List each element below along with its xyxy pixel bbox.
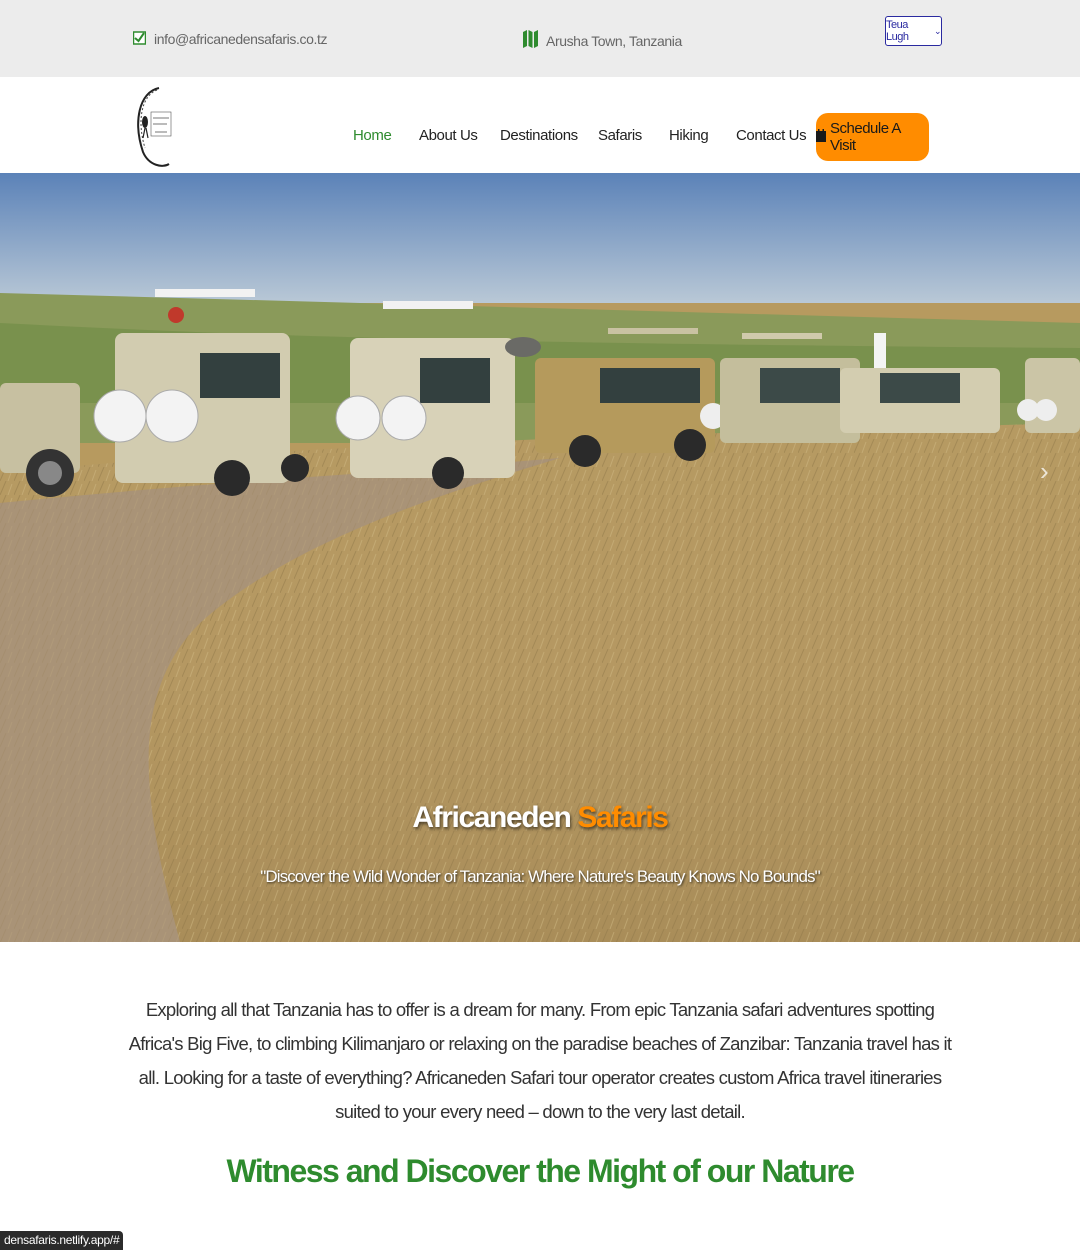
schedule-visit-button[interactable]: Schedule A Visit — [816, 113, 929, 161]
hero-banner: Africaneden Safaris "Discover the Wild W… — [0, 173, 1080, 942]
nav-item-home[interactable]: Home — [353, 127, 392, 144]
intro-paragraph: Exploring all that Tanzania has to offer… — [128, 999, 952, 1122]
carousel-next-icon[interactable]: › — [1040, 456, 1049, 487]
hero-subtitle: "Discover the Wild Wonder of Tanzania: W… — [260, 867, 820, 886]
email-text[interactable]: info@africanedensafaris.co.tz — [154, 31, 327, 47]
top-info-bar: info@africanedensafaris.co.tz Arusha Tow… — [0, 0, 1080, 77]
hero-title: Africaneden Safaris — [0, 801, 1080, 835]
wildlife-animal — [505, 337, 541, 357]
nav-item-about-us[interactable]: About Us — [419, 127, 478, 144]
location-text: Arusha Town, Tanzania — [546, 32, 682, 49]
hero-title-main: Africaneden — [412, 801, 571, 834]
schedule-visit-label: Schedule A Visit — [830, 120, 901, 154]
safari-vehicle — [1017, 358, 1080, 433]
calendar-icon — [816, 128, 826, 146]
section-title: Witness and Discover the Might of our Na… — [226, 1153, 855, 1189]
nav-item-destinations[interactable]: Destinations — [500, 127, 578, 144]
language-select[interactable]: Teua Lugh ⌄ — [885, 16, 942, 46]
main-nav: Home About Us Destinations Safaris Hikin… — [0, 77, 1080, 173]
language-label: Teua Lugh — [886, 19, 909, 43]
nav-item-contact-us[interactable]: Contact Us — [736, 127, 807, 144]
link-status-bar: densafaris.netlify.app/# — [0, 1231, 124, 1250]
map-icon — [523, 30, 538, 51]
chevron-down-icon: ⌄ — [933, 25, 942, 36]
hero-title-accent: Safaris — [577, 801, 669, 834]
email-info[interactable]: info@africanedensafaris.co.tz — [132, 30, 327, 48]
nav-item-hiking[interactable]: Hiking — [669, 127, 709, 144]
location-info: Arusha Town, Tanzania — [523, 30, 682, 51]
nav-item-safaris[interactable]: Safaris — [598, 127, 642, 144]
envelope-check-icon — [132, 30, 147, 48]
